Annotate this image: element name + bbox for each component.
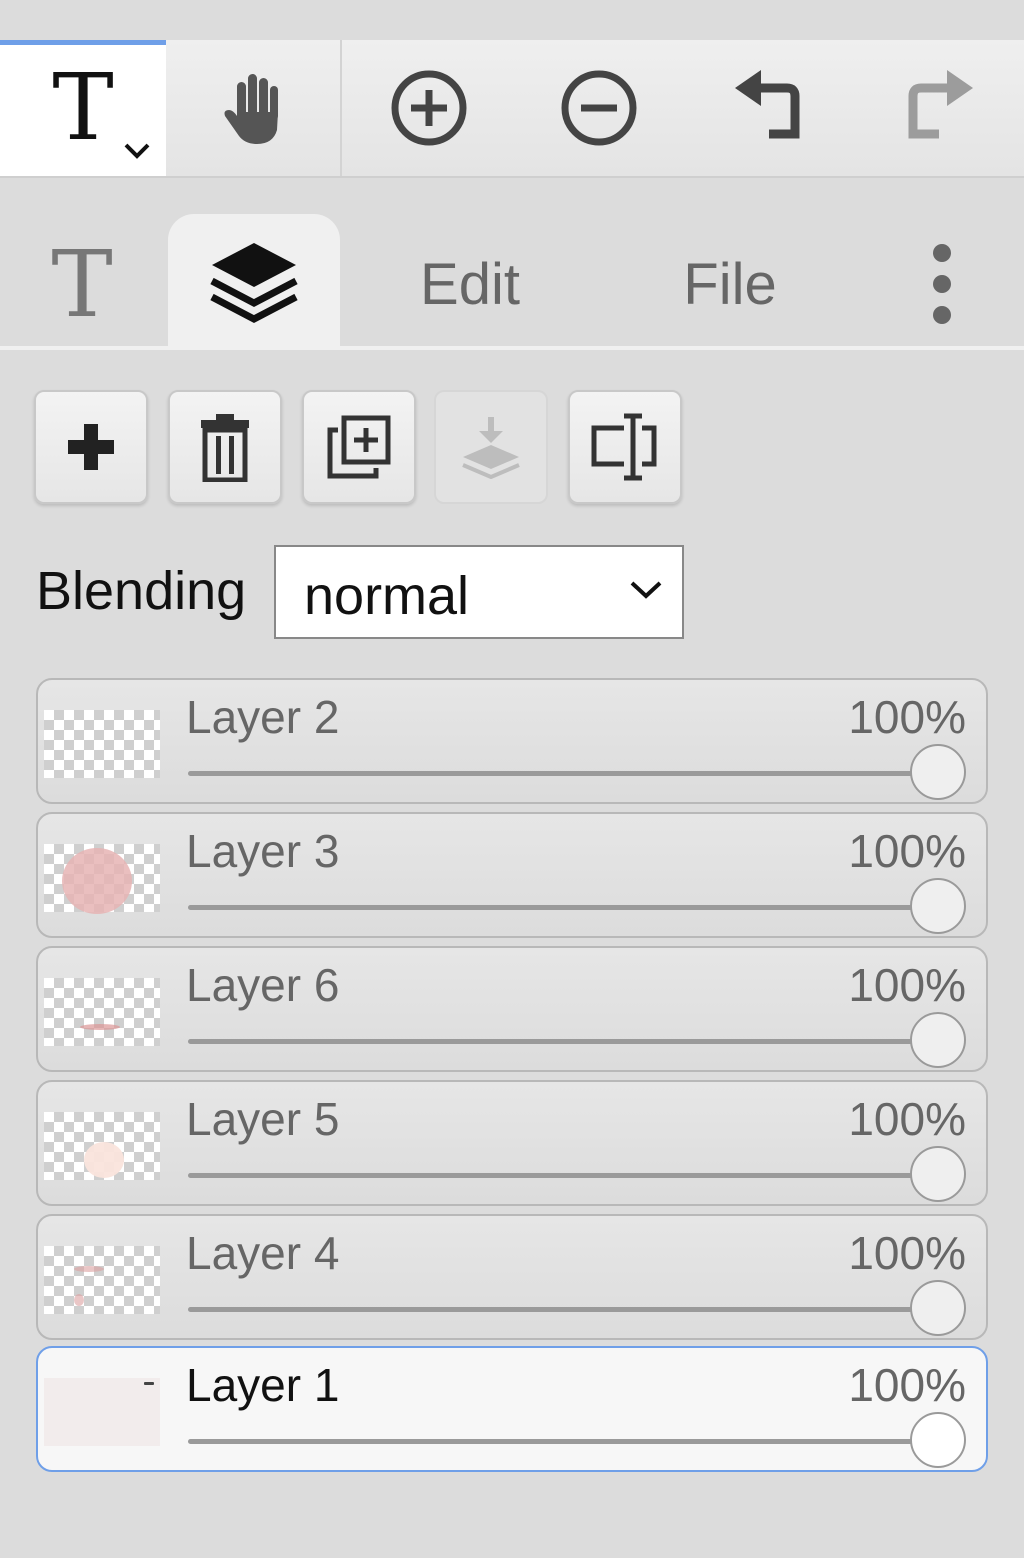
tab-file[interactable]: File [640, 218, 820, 350]
plus-icon [68, 424, 114, 470]
hand-icon [224, 74, 278, 144]
delete-layer-button[interactable] [168, 390, 282, 504]
toolbar-separator [340, 40, 342, 176]
opacity-slider-track[interactable] [188, 1439, 948, 1444]
layer-thumbnail [44, 1246, 160, 1314]
layer-name: Layer 2 [186, 691, 340, 743]
merge-down-icon [462, 417, 520, 479]
layer-name: Layer 5 [186, 1093, 340, 1145]
undo-icon [735, 70, 800, 139]
redo-button[interactable] [856, 40, 1022, 176]
opacity-slider-track[interactable] [188, 1039, 948, 1044]
layer-opacity-value: 100% [848, 1359, 966, 1411]
layer-name: Layer 1 [186, 1359, 340, 1411]
chevron-down-icon [630, 581, 662, 599]
rename-icon [591, 413, 657, 481]
rename-layer-button[interactable] [568, 390, 682, 504]
blending-value: normal [304, 566, 470, 626]
zoom-out-icon [561, 70, 637, 146]
layer-opacity-value: 100% [848, 959, 966, 1011]
layer-thumbnail [44, 844, 160, 914]
zoom-out-button[interactable] [516, 40, 682, 176]
opacity-slider-thumb[interactable] [910, 1012, 966, 1068]
layer-name: Layer 4 [186, 1227, 340, 1279]
zoom-in-button[interactable] [346, 40, 512, 176]
layer-name: Layer 3 [186, 825, 340, 877]
chevron-down-icon [124, 143, 150, 159]
layer-opacity-value: 100% [848, 1227, 966, 1279]
layer-opacity-value: 100% [848, 691, 966, 743]
tabbar-divider [0, 346, 1024, 350]
tab-layers[interactable] [168, 214, 340, 350]
text-T-icon: T [52, 54, 114, 161]
layer-opacity-value: 100% [848, 1093, 966, 1145]
layer-item[interactable]: Layer 2 100% [36, 678, 988, 804]
blending-select[interactable]: normal [274, 545, 684, 639]
tab-file-label: File [683, 251, 777, 317]
blending-label: Blending [36, 561, 247, 621]
window-top-edge [0, 0, 1024, 40]
layer-thumbnail [44, 710, 160, 778]
hand-tool-button[interactable] [170, 40, 336, 176]
opacity-slider-track[interactable] [188, 771, 948, 776]
opacity-slider-thumb[interactable] [910, 878, 966, 934]
layers-icon [210, 243, 298, 323]
tab-edit-label: Edit [420, 251, 520, 317]
main-toolbar: T [0, 40, 1024, 178]
layer-item[interactable]: Layer 6 100% [36, 946, 988, 1072]
merge-down-button[interactable] [434, 390, 548, 504]
layer-thumbnail [44, 978, 160, 1046]
duplicate-layer-button[interactable] [302, 390, 416, 504]
more-menu-button[interactable] [900, 228, 984, 340]
opacity-slider-track[interactable] [188, 1307, 948, 1312]
layer-thumbnail [44, 1378, 160, 1446]
opacity-slider-track[interactable] [188, 905, 948, 910]
redo-icon [908, 70, 973, 139]
zoom-in-icon [391, 70, 467, 146]
tab-edit[interactable]: Edit [380, 218, 560, 350]
panel-tabbar: T Edit File [0, 178, 1024, 352]
layer-opacity-value: 100% [848, 825, 966, 877]
layer-name: Layer 6 [186, 959, 340, 1011]
trash-icon [201, 414, 249, 482]
layer-item[interactable]: Layer 4 100% [36, 1214, 988, 1340]
opacity-slider-track[interactable] [188, 1173, 948, 1178]
opacity-slider-thumb[interactable] [910, 1146, 966, 1202]
more-vertical-icon [933, 244, 951, 324]
opacity-slider-thumb[interactable] [910, 1412, 966, 1468]
text-T-icon: T [51, 230, 113, 338]
add-layer-button[interactable] [34, 390, 148, 504]
tab-text[interactable]: T [0, 218, 164, 350]
duplicate-icon [327, 415, 391, 479]
layer-item-selected[interactable]: Layer 1 100% [36, 1346, 988, 1472]
undo-button[interactable] [686, 40, 852, 176]
layer-thumbnail [44, 1112, 160, 1180]
layer-item[interactable]: Layer 3 100% [36, 812, 988, 938]
opacity-slider-thumb[interactable] [910, 744, 966, 800]
opacity-slider-thumb[interactable] [910, 1280, 966, 1336]
text-tool-button[interactable]: T [0, 40, 166, 176]
layer-item[interactable]: Layer 5 100% [36, 1080, 988, 1206]
